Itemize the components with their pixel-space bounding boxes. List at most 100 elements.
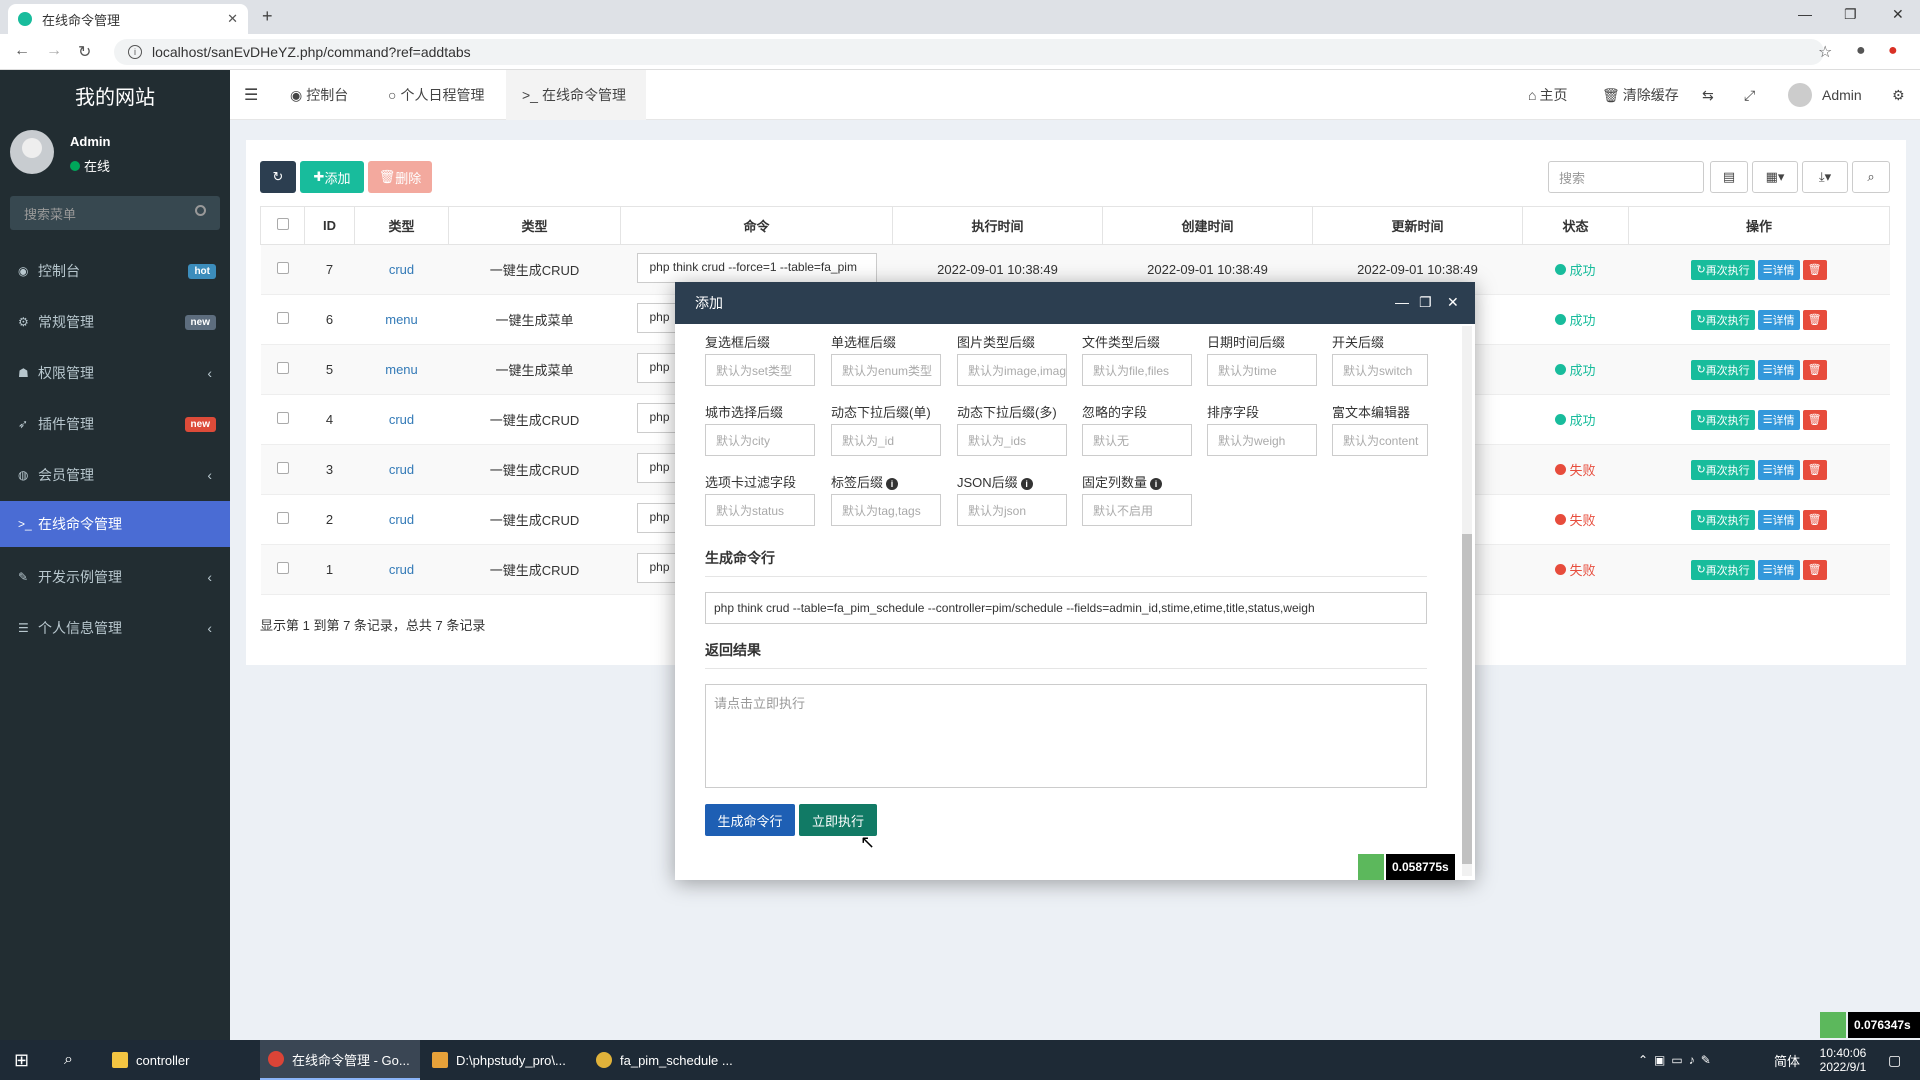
tab-dashboard[interactable]: ◉ 控制台 — [280, 70, 358, 120]
rerun-button[interactable]: ↻ 再次执行 — [1691, 259, 1755, 280]
row-type[interactable]: crud — [354, 494, 449, 545]
new-tab-button[interactable]: + — [262, 6, 273, 27]
notification-icon[interactable]: ▢ — [1880, 1040, 1920, 1080]
field-input[interactable]: 默认为image,images — [957, 354, 1067, 386]
home-link[interactable]: ⌂ 主页 — [1528, 70, 1567, 120]
export-button[interactable]: ⤓▾ — [1802, 161, 1848, 193]
field-input[interactable]: 默认为enum类型 — [831, 354, 941, 386]
rerun-button[interactable]: ↻ 再次执行 — [1691, 559, 1755, 580]
col-id[interactable]: ID — [304, 206, 355, 245]
rerun-button[interactable]: ↻ 再次执行 — [1691, 509, 1755, 530]
forward-icon[interactable]: → — [46, 42, 62, 60]
field-input[interactable]: 默认为file,files — [1082, 354, 1192, 386]
field-input[interactable]: 默认无 — [1082, 424, 1192, 456]
row-checkbox[interactable] — [260, 444, 305, 495]
sidebar-item-auth[interactable]: ☗ 权限管理 ‹ — [0, 348, 230, 398]
col-status[interactable]: 状态 — [1522, 206, 1629, 245]
taskbar-item-db[interactable]: fa_pim_schedule ... — [588, 1040, 738, 1080]
row-checkbox[interactable] — [260, 344, 305, 395]
reload-icon[interactable]: ↻ — [78, 42, 91, 62]
detail-button[interactable]: ☰ 详情 — [1757, 309, 1800, 330]
back-icon[interactable]: ← — [14, 42, 30, 60]
extension-icon[interactable]: ● — [1888, 42, 1898, 60]
delete-row-button[interactable]: 🗑 — [1802, 559, 1827, 580]
field-input[interactable]: 默认为weigh — [1207, 424, 1317, 456]
rerun-button[interactable]: ↻ 再次执行 — [1691, 359, 1755, 380]
detail-button[interactable]: ☰ 详情 — [1757, 359, 1800, 380]
generate-command-button[interactable]: 生成命令行 — [705, 804, 795, 836]
field-input[interactable]: 默认为_id — [831, 424, 941, 456]
field-input[interactable]: 默认为status — [705, 494, 815, 526]
rerun-button[interactable]: ↻ 再次执行 — [1691, 309, 1755, 330]
delete-row-button[interactable]: 🗑 — [1802, 309, 1827, 330]
detail-button[interactable]: ☰ 详情 — [1757, 459, 1800, 480]
tab-schedule[interactable]: ○ 个人日程管理 — [378, 70, 494, 120]
delete-button[interactable]: 🗑 删除 — [368, 161, 432, 193]
detail-button[interactable]: ☰ 详情 — [1757, 559, 1800, 580]
delete-row-button[interactable]: 🗑 — [1802, 409, 1827, 430]
command-line-field[interactable]: php think crud --table=fa_pim_schedule -… — [705, 592, 1427, 624]
detail-button[interactable]: ☰ 详情 — [1757, 409, 1800, 430]
row-type[interactable]: menu — [354, 344, 449, 395]
col-exec-time[interactable]: 执行时间 — [892, 206, 1103, 245]
info-circle-icon[interactable]: i — [1150, 478, 1163, 490]
row-type[interactable]: crud — [354, 444, 449, 495]
type-link[interactable]: crud — [389, 562, 414, 577]
type-link[interactable]: menu — [385, 312, 418, 327]
result-textarea[interactable]: 请点击立即执行 — [705, 684, 1427, 788]
type-link[interactable]: crud — [389, 412, 414, 427]
row-checkbox[interactable] — [260, 394, 305, 445]
type-link[interactable]: crud — [389, 512, 414, 527]
taskbar-item-explorer[interactable]: controller — [104, 1040, 254, 1080]
restore-icon[interactable]: ❐ — [1844, 6, 1857, 23]
select-all-checkbox[interactable] — [260, 206, 305, 245]
field-input[interactable]: 默认为time — [1207, 354, 1317, 386]
delete-row-button[interactable]: 🗑 — [1802, 459, 1827, 480]
col-type[interactable]: 类型 — [354, 206, 449, 245]
rerun-button[interactable]: ↻ 再次执行 — [1691, 459, 1755, 480]
row-checkbox[interactable] — [260, 494, 305, 545]
row-type[interactable]: crud — [354, 394, 449, 445]
field-input[interactable]: 默认为content — [1332, 424, 1428, 456]
field-input[interactable]: 默认为switch — [1332, 354, 1428, 386]
delete-row-button[interactable]: 🗑 — [1802, 359, 1827, 380]
delete-row-button[interactable]: 🗑 — [1802, 259, 1827, 280]
add-button[interactable]: ✚ 添加 — [300, 161, 364, 193]
menu-toggle-icon[interactable]: ☰ — [244, 70, 258, 120]
bookmark-star-icon[interactable]: ☆ — [1818, 42, 1832, 62]
row-type[interactable]: crud — [354, 544, 449, 595]
sidebar-item-profile[interactable]: ☰ 个人信息管理 ‹ — [0, 603, 230, 653]
clear-cache-button[interactable]: 🗑 清除缓存 — [1602, 70, 1679, 120]
field-input[interactable]: 默认为city — [705, 424, 815, 456]
system-tray-icons[interactable]: ⌃▣▭♪✎ — [1630, 1040, 1770, 1080]
site-logo[interactable]: 我的网站 — [0, 70, 230, 120]
row-type[interactable]: menu — [354, 294, 449, 345]
maximize-dialog-icon[interactable]: ❐ — [1419, 294, 1432, 311]
sidebar-item-examples[interactable]: ✎ 开发示例管理 ‹ — [0, 552, 230, 602]
taskbar-item-chrome[interactable]: 在线命令管理 - Go... — [260, 1040, 420, 1080]
translate-icon[interactable]: ⇆ — [1702, 70, 1714, 120]
field-input[interactable]: 默认为json — [957, 494, 1067, 526]
row-checkbox[interactable] — [260, 244, 305, 295]
field-input[interactable]: 默认为tag,tags — [831, 494, 941, 526]
col-create-time[interactable]: 创建时间 — [1102, 206, 1313, 245]
row-checkbox[interactable] — [260, 544, 305, 595]
sidebar-item-command[interactable]: >_ 在线命令管理 — [0, 501, 230, 547]
site-info-icon[interactable]: i — [128, 45, 142, 59]
toggle-view-button[interactable]: ▤ — [1710, 161, 1748, 193]
refresh-button[interactable]: ↻ — [260, 161, 296, 193]
browser-tab[interactable]: 在线命令管理 ✕ — [8, 4, 248, 34]
col-update-time[interactable]: 更新时间 — [1312, 206, 1523, 245]
taskbar-item-editor[interactable]: D:\phpstudy_pro\... — [424, 1040, 584, 1080]
tab-command[interactable]: >_ 在线命令管理 — [506, 70, 646, 120]
minimize-icon[interactable]: — — [1798, 6, 1812, 22]
type-link[interactable]: menu — [385, 362, 418, 377]
sidebar-item-general[interactable]: ⚙ 常规管理 new — [0, 297, 230, 347]
search-icon[interactable] — [195, 205, 206, 216]
search-button[interactable]: ⌕ — [1852, 161, 1890, 193]
col-type-text[interactable]: 类型 — [448, 206, 621, 245]
info-circle-icon[interactable]: i — [1020, 478, 1033, 490]
sidebar-item-members[interactable]: ◍ 会员管理 ‹ — [0, 450, 230, 500]
url-field[interactable]: i localhost/sanEvDHeYZ.php/command?ref=a… — [114, 39, 1824, 65]
row-checkbox[interactable] — [260, 294, 305, 345]
